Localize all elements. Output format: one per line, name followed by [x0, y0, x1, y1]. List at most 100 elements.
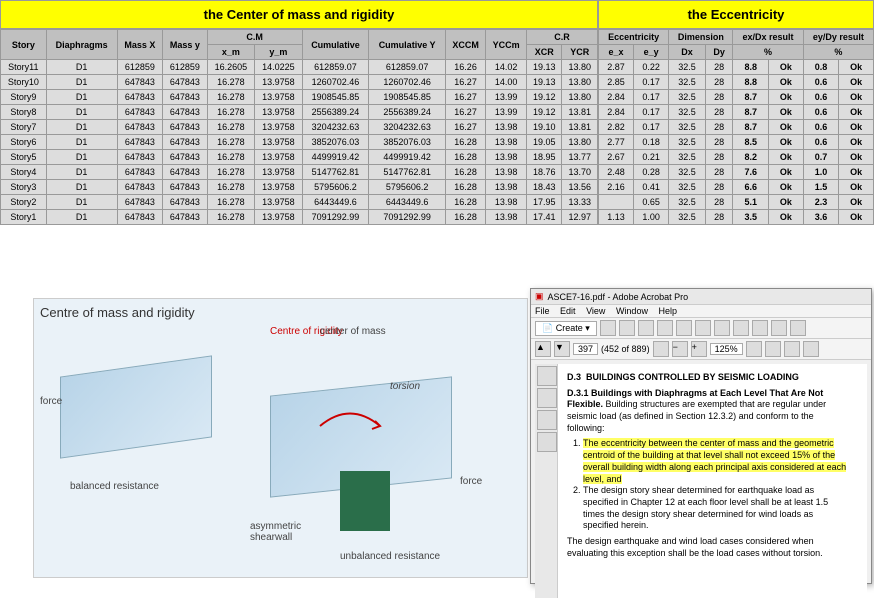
th-xcr: XCR	[527, 45, 562, 60]
th-massy: Mass y	[163, 30, 207, 60]
tool-icon[interactable]	[803, 341, 819, 357]
th-ecc: Eccentricity	[599, 30, 669, 45]
attachments-icon[interactable]	[537, 410, 557, 430]
tool-icon[interactable]	[752, 320, 768, 336]
th-dim: Dimension	[669, 30, 733, 45]
com-label: center of mass	[320, 326, 386, 337]
thumbnails-icon[interactable]	[537, 366, 557, 386]
tool-icon[interactable]	[746, 341, 762, 357]
th-dx: Dx	[669, 45, 706, 60]
table-row: 2.850.1732.5288.8Ok0.6Ok	[599, 75, 874, 90]
pdf-page[interactable]: D.3 BUILDINGS CONTROLLED BY SEISMIC LOAD…	[535, 364, 867, 598]
force-label-2: force	[460, 476, 482, 487]
torsion-label: torsion	[390, 381, 420, 392]
diagram-title: Centre of mass and rigidity	[40, 305, 521, 320]
open-icon[interactable]	[600, 320, 616, 336]
tool-icon[interactable]	[771, 320, 787, 336]
page-number-input[interactable]: 397	[573, 343, 598, 355]
table-row: 2.870.2232.5288.8Ok0.8Ok	[599, 60, 874, 75]
page-total: (452 of 889)	[601, 344, 650, 354]
bookmarks-icon[interactable]	[537, 388, 557, 408]
menu-help[interactable]: Help	[658, 306, 677, 316]
pdf-icon: ▣	[535, 291, 544, 302]
page-up-icon[interactable]: ▲	[535, 341, 551, 357]
th-ycr: YCR	[562, 45, 598, 60]
tool-icon[interactable]	[784, 341, 800, 357]
force-label-1: force	[40, 396, 62, 407]
table-row: 2.480.2832.5287.6Ok1.0Ok	[599, 165, 874, 180]
unbal-label: unbalanced resistance	[340, 551, 440, 562]
pdf-h1-num: D.3	[567, 372, 581, 382]
th-cumy: Cumulative Y	[369, 30, 446, 60]
zoom-in-icon[interactable]: +	[691, 341, 707, 357]
left-title: the Center of mass and rigidity	[0, 0, 598, 29]
pdf-li2: The design story shear determined for ea…	[583, 485, 851, 532]
th-yccm: YCCm	[486, 30, 527, 60]
tool-icon[interactable]	[714, 320, 730, 336]
table-row: Story4D164784364784316.27813.97585147762…	[1, 165, 598, 180]
right-title: the Eccentricity	[598, 0, 874, 29]
tool-icon[interactable]	[733, 320, 749, 336]
th-massx: Mass X	[117, 30, 163, 60]
th-res2: ey/Dy result	[803, 30, 873, 45]
torsion-arrow-icon	[310, 396, 390, 456]
zoom-input[interactable]: 125%	[710, 343, 743, 355]
acrobat-sidebar[interactable]	[535, 364, 558, 598]
th-pct1: %	[733, 45, 803, 60]
mail-icon[interactable]	[657, 320, 673, 336]
right-table: Eccentricity Dimension ex/Dx result ey/D…	[598, 29, 874, 225]
table-row: 2.670.2132.5288.2Ok0.7Ok	[599, 150, 874, 165]
menu-bar[interactable]: File Edit View Window Help	[531, 305, 871, 318]
th-story: Story	[1, 30, 47, 60]
print-icon[interactable]	[638, 320, 654, 336]
window-title: ASCE7-16.pdf - Adobe Acrobat Pro	[548, 292, 689, 302]
table-row: 2.160.4132.5286.6Ok1.5Ok	[599, 180, 874, 195]
th-xccm: XCCM	[445, 30, 485, 60]
asym-label: asymmetric shearwall	[250, 521, 301, 543]
table-row: 2.820.1732.5288.7Ok0.6Ok	[599, 120, 874, 135]
menu-window[interactable]: Window	[616, 306, 648, 316]
table-row: Story11D161285961285916.260514.022561285…	[1, 60, 598, 75]
balanced-label: balanced resistance	[70, 481, 159, 492]
th-pct2: %	[803, 45, 873, 60]
save-icon[interactable]	[619, 320, 635, 336]
diagram-image: Centre of mass and rigidity Centre of ri…	[33, 298, 528, 578]
table-row: Story9D164784364784316.27813.97581908545…	[1, 90, 598, 105]
table-row: Story5D164784364784316.27813.97584499919…	[1, 150, 598, 165]
tool-icon[interactable]	[695, 320, 711, 336]
th-ey: e_y	[634, 45, 669, 60]
create-button[interactable]: 📄 Create ▾	[535, 321, 597, 336]
signatures-icon[interactable]	[537, 432, 557, 452]
hand-icon[interactable]	[653, 341, 669, 357]
th-ex: e_x	[599, 45, 634, 60]
th-ym: y_m	[255, 45, 302, 60]
th-res1: ex/Dx result	[733, 30, 803, 45]
th-dy: Dy	[705, 45, 733, 60]
menu-edit[interactable]: Edit	[560, 306, 576, 316]
zoom-out-icon[interactable]: −	[672, 341, 688, 357]
table-row: Story8D164784364784316.27813.97582556389…	[1, 105, 598, 120]
pdf-p2: The design earthquake and wind load case…	[567, 536, 851, 559]
acrobat-window[interactable]: ▣ ASCE7-16.pdf - Adobe Acrobat Pro File …	[530, 288, 872, 584]
table-row: Story10D164784364784316.27813.9758126070…	[1, 75, 598, 90]
th-xm: x_m	[207, 45, 254, 60]
table-row: Story1D164784364784316.27813.97587091292…	[1, 210, 598, 225]
table-row: 1.131.0032.5283.5Ok3.6Ok	[599, 210, 874, 225]
pdf-h1: BUILDINGS CONTROLLED BY SEISMIC LOADING	[586, 372, 799, 382]
table-row: 2.840.1732.5288.7Ok0.6Ok	[599, 105, 874, 120]
table-row: Story7D164784364784316.27813.97583204232…	[1, 120, 598, 135]
table-row: 2.840.1732.5288.7Ok0.6Ok	[599, 90, 874, 105]
page-down-icon[interactable]: ▼	[554, 341, 570, 357]
table-row: Story3D164784364784316.27813.97585795606…	[1, 180, 598, 195]
tool-icon[interactable]	[765, 341, 781, 357]
table-row: Story6D164784364784316.27813.97583852076…	[1, 135, 598, 150]
menu-file[interactable]: File	[535, 306, 550, 316]
th-cr: C.R	[527, 30, 598, 45]
table-row: Story2D164784364784316.27813.97586443449…	[1, 195, 598, 210]
table-row: 2.770.1832.5288.5Ok0.6Ok	[599, 135, 874, 150]
menu-view[interactable]: View	[586, 306, 605, 316]
tool-icon[interactable]	[790, 320, 806, 336]
table-row: 0.6532.5285.1Ok2.3Ok	[599, 195, 874, 210]
tool-icon[interactable]	[676, 320, 692, 336]
th-diaph: Diaphragms	[46, 30, 117, 60]
